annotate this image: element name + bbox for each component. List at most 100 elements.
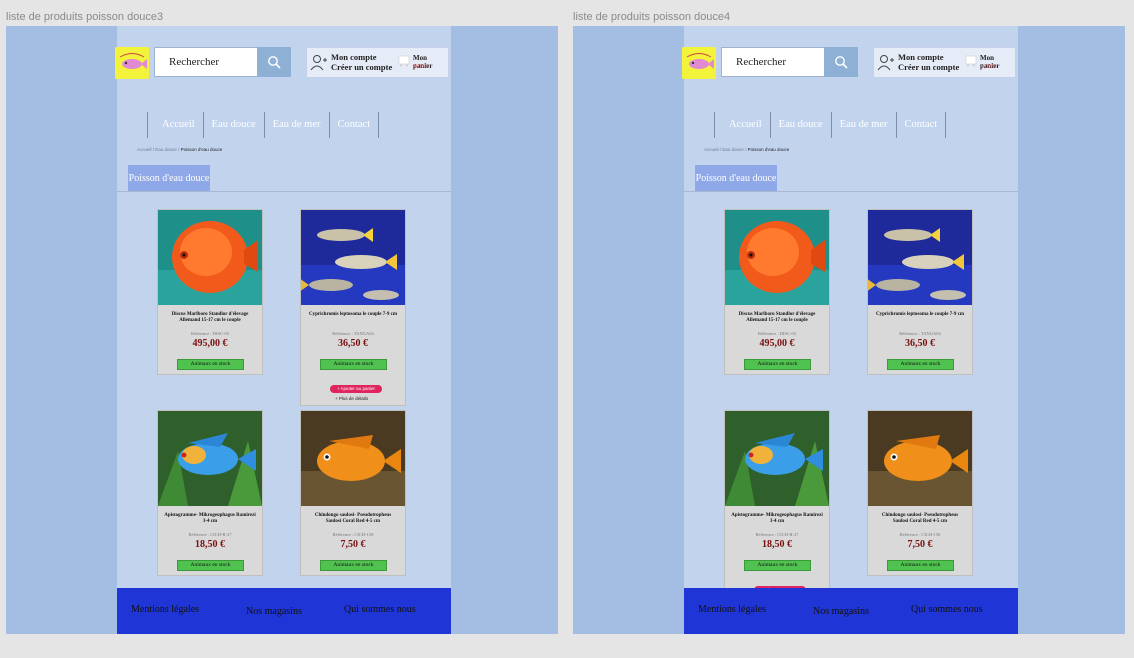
frame-title: liste de produits poisson douce3 — [6, 11, 164, 23]
nav-item-accueil[interactable]: Accueil — [714, 112, 770, 138]
product-name[interactable]: Chindongo saulosi- Pseudotropheus Saulos… — [307, 513, 399, 525]
breadcrumb-eau-douce[interactable]: Eau douce — [722, 147, 744, 152]
create-account-link[interactable]: Créer un compte — [898, 62, 959, 72]
product-image[interactable] — [301, 411, 405, 506]
product-card[interactable]: Cyprichromis leptosoma le couple 7-9 cm … — [867, 209, 973, 375]
nav-item-contact[interactable]: Contact — [895, 112, 947, 138]
product-name[interactable]: Cyprichromis leptosoma le couple 7-9 cm — [307, 312, 399, 318]
breadcrumb: Accueil / Eau douce / Poisson d'eau douc… — [137, 147, 222, 152]
add-to-cart-button[interactable]: + Ajouter au panier — [330, 385, 382, 393]
frame-title: liste de produits poisson douce4 — [573, 11, 731, 23]
cart-total: 0,00 € — [981, 64, 995, 70]
product-card[interactable]: Apistogramme- Mikrogeophagus Ramirezi 3-… — [724, 410, 830, 607]
product-name[interactable]: Discus Marlboro Standlor d'élevage Allem… — [164, 312, 256, 324]
nav-item-eau-douce[interactable]: Eau douce — [769, 112, 831, 138]
my-account-link[interactable]: Mon compte — [898, 52, 944, 62]
stock-badge: Animaux en stock — [177, 560, 244, 571]
product-card[interactable]: Chindongo saulosi- Pseudotropheus Saulos… — [867, 410, 973, 576]
user-add-icon[interactable] — [877, 54, 895, 72]
stock-badge: Animaux en stock — [320, 560, 387, 571]
artboard: Rechercher Mon compte Créer un compte Mo… — [573, 26, 1125, 634]
divider — [684, 191, 1018, 192]
product-reference: Référence : TANGA04 — [332, 331, 374, 336]
user-add-icon[interactable] — [310, 54, 328, 72]
product-reference: Référence : CICH-R-27 — [188, 532, 232, 537]
product-image[interactable] — [158, 411, 262, 506]
cart-icon[interactable] — [964, 53, 978, 67]
nav-item-eau-de-mer[interactable]: Eau de mer — [830, 112, 896, 138]
footer-legal-link[interactable]: Mentions légales — [698, 604, 766, 615]
search-button[interactable] — [257, 47, 291, 77]
search-input[interactable]: Rechercher — [736, 56, 786, 68]
product-image[interactable] — [158, 210, 262, 305]
nav-item-eau-de-mer[interactable]: Eau de mer — [263, 112, 329, 138]
product-reference: Référence : CICH-R-27 — [755, 532, 799, 537]
more-details-link[interactable]: + Plus de détails — [335, 396, 368, 401]
main-nav: Accueil Eau douce Eau de mer Contact — [714, 112, 947, 138]
breadcrumb: Accueil / Eau douce / Poisson d'eau douc… — [704, 147, 789, 152]
category-tab[interactable]: Poisson d'eau douce — [695, 165, 777, 191]
nav-item-accueil[interactable]: Accueil — [147, 112, 203, 138]
search-bar[interactable]: Rechercher — [154, 47, 291, 77]
main-nav: Accueil Eau douce Eau de mer Contact — [147, 112, 380, 138]
product-card[interactable]: Chindongo saulosi- Pseudotropheus Saulos… — [300, 410, 406, 576]
product-name[interactable]: Chindongo saulosi- Pseudotropheus Saulos… — [874, 513, 966, 525]
breadcrumb-eau-douce[interactable]: Eau douce — [155, 147, 177, 152]
category-tab-label: Poisson d'eau douce — [695, 172, 777, 184]
stock-badge: Animaux en stock — [744, 560, 811, 571]
create-account-link[interactable]: Créer un compte — [331, 62, 392, 72]
search-button[interactable] — [824, 47, 858, 77]
footer-about-link[interactable]: Qui sommes nous — [344, 604, 416, 615]
product-price: 7,50 € — [907, 539, 933, 550]
stock-badge: Animaux en stock — [320, 359, 387, 370]
product-card[interactable]: Discus Marlboro Standlor d'élevage Allem… — [724, 209, 830, 375]
logo[interactable] — [682, 47, 716, 79]
product-image[interactable] — [301, 210, 405, 305]
product-reference: Référence : CICH-158 — [899, 532, 941, 537]
product-price: 36,50 € — [338, 338, 368, 349]
stock-badge: Animaux en stock — [177, 359, 244, 370]
product-reference: Référence : DISC-03 — [758, 331, 796, 336]
my-account-link[interactable]: Mon compte — [331, 52, 377, 62]
search-icon — [835, 56, 848, 69]
product-name[interactable]: Cyprichromis leptosoma le couple 7-9 cm — [874, 312, 966, 318]
product-card[interactable]: Discus Marlboro Standlor d'élevage Allem… — [157, 209, 263, 375]
product-price: 7,50 € — [340, 539, 366, 550]
footer-legal-link[interactable]: Mentions légales — [131, 604, 199, 615]
stock-badge: Animaux en stock — [744, 359, 811, 370]
breadcrumb-current: Poisson d'eau douce — [747, 147, 790, 152]
product-image[interactable] — [725, 210, 829, 305]
product-name[interactable]: Apistogramme- Mikrogeophagus Ramirezi 3-… — [731, 513, 823, 525]
stock-badge: Animaux en stock — [887, 560, 954, 571]
product-image[interactable] — [868, 411, 972, 506]
footer-stores-link[interactable]: Nos magasins — [246, 606, 302, 617]
product-price: 18,50 € — [762, 539, 792, 550]
cart-icon[interactable] — [397, 53, 411, 67]
product-price: 495,00 € — [192, 338, 228, 349]
breadcrumb-current: Poisson d'eau douce — [180, 147, 223, 152]
product-image[interactable] — [725, 411, 829, 506]
product-name[interactable]: Discus Marlboro Standlor d'élevage Allem… — [731, 312, 823, 324]
footer-stores-link[interactable]: Nos magasins — [813, 606, 869, 617]
footer-about-link[interactable]: Qui sommes nous — [911, 604, 983, 615]
breadcrumb-home[interactable]: Accueil — [704, 147, 719, 152]
search-input[interactable]: Rechercher — [169, 56, 219, 68]
category-tab[interactable]: Poisson d'eau douce — [128, 165, 210, 191]
artboard: Rechercher Mon compte Créer un compte Mo… — [6, 26, 558, 634]
product-card[interactable]: Cyprichromis leptosoma le couple 7-9 cm … — [300, 209, 406, 406]
footer: Mentions légales Nos magasins Qui sommes… — [117, 588, 451, 634]
product-reference: Référence : TANGA04 — [899, 331, 941, 336]
logo[interactable] — [115, 47, 149, 79]
nav-item-eau-douce[interactable]: Eau douce — [202, 112, 264, 138]
breadcrumb-home[interactable]: Accueil — [137, 147, 152, 152]
account-box: Mon compte Créer un compte Mon panier 0,… — [873, 47, 1016, 78]
product-name[interactable]: Apistogramme- Mikrogeophagus Ramirezi 3-… — [164, 513, 256, 525]
product-card[interactable]: Apistogramme- Mikrogeophagus Ramirezi 3-… — [157, 410, 263, 576]
search-bar[interactable]: Rechercher — [721, 47, 858, 77]
stock-badge: Animaux en stock — [887, 359, 954, 370]
nav-item-contact[interactable]: Contact — [328, 112, 380, 138]
cart-total: 0,00 € — [414, 64, 428, 70]
web-page: Rechercher Mon compte Créer un compte Mo… — [115, 26, 451, 634]
search-icon — [268, 56, 281, 69]
product-image[interactable] — [868, 210, 972, 305]
